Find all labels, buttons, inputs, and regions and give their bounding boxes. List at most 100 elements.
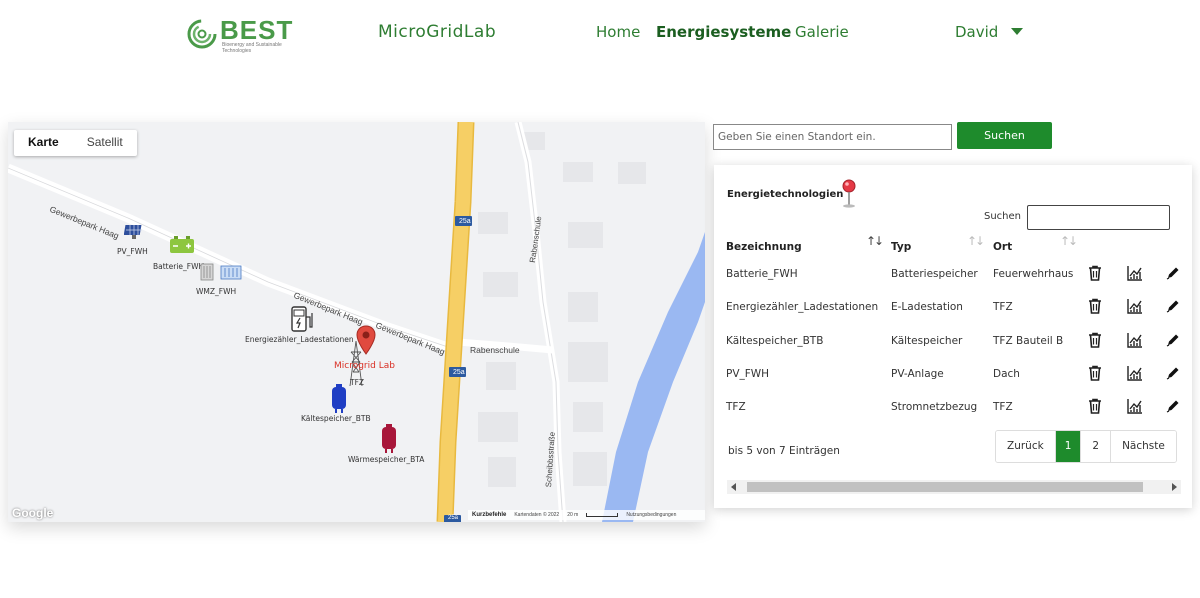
pagination-next[interactable]: Nächste	[1111, 431, 1176, 462]
google-logo: Google	[12, 506, 54, 520]
shortcuts-link[interactable]: Kurzbefehle	[472, 512, 506, 518]
map-type-control: Karte Satellit	[14, 130, 137, 156]
cell-type: E-Ladestation	[891, 301, 963, 314]
marker-label: PV_FWH	[117, 247, 148, 256]
cell-location: TFZ	[993, 401, 1013, 414]
user-menu[interactable]: David	[955, 23, 998, 41]
chart-icon[interactable]	[1127, 398, 1143, 414]
nav-home[interactable]: Home	[596, 23, 640, 41]
location-search-input[interactable]	[713, 124, 952, 150]
trash-icon[interactable]	[1088, 265, 1104, 281]
table-row[interactable]: Energiezähler_Ladestationen E-Ladestation…	[714, 298, 1192, 333]
marker-label: TFZ	[350, 378, 365, 387]
route-label: 25a	[453, 369, 465, 376]
navbar: BEST Bioenergy and Sustainable Technolog…	[0, 0, 1200, 66]
cell-type: Batteriespeicher	[891, 268, 978, 280]
cell-type: Kältespeicher	[891, 334, 963, 347]
pencil-icon[interactable]	[1166, 332, 1182, 348]
scrollbar-thumb[interactable]	[747, 482, 1143, 492]
cell-name: Kältespeicher_BTB	[726, 334, 824, 347]
technology-panel: Energietechnologien Suchen Bezeichnung ↑…	[714, 165, 1192, 508]
sort-icon[interactable]: ↑↓	[1060, 234, 1078, 248]
marker-label: Energiezähler_Ladestationen	[245, 335, 354, 344]
chart-icon[interactable]	[1127, 365, 1143, 381]
nav-energiesysteme[interactable]: Energiesysteme	[656, 23, 791, 41]
pencil-icon[interactable]	[1166, 398, 1182, 414]
scale-label[interactable]: 20 m	[567, 512, 578, 518]
trash-icon[interactable]	[1088, 365, 1104, 381]
col-bezeichnung[interactable]: Bezeichnung	[726, 241, 802, 253]
chart-icon[interactable]	[1127, 265, 1143, 281]
brand-title[interactable]: MicroGridLab	[378, 22, 496, 42]
trash-icon[interactable]	[1088, 332, 1104, 348]
table-row[interactable]: Kältespeicher_BTB Kältespeicher TFZ Bautei…	[714, 332, 1192, 367]
filter-label: Suchen	[984, 211, 1022, 222]
heat-storage-icon[interactable]	[381, 424, 397, 454]
heat-meter-icon[interactable]	[200, 262, 244, 282]
pagination-page[interactable]: 1	[1055, 431, 1082, 462]
cell-location: Dach	[993, 367, 1020, 380]
location-pin-icon[interactable]	[356, 325, 376, 355]
marker-label: Kältespeicher_BTB	[301, 414, 371, 423]
search-button[interactable]: Suchen	[957, 122, 1052, 149]
pencil-icon[interactable]	[1166, 298, 1182, 314]
logo-subtitle: Bioenergy and Sustainable Technologies	[222, 42, 282, 54]
table-row[interactable]: PV_FWH PV-Anlage Dach	[714, 365, 1192, 400]
street-label: Rabenschule	[470, 345, 520, 355]
route-label: 25a	[459, 218, 471, 225]
table-row[interactable]: Batterie_FWH Batteriespeicher Feuerwehrhau…	[714, 265, 1192, 300]
table-filter-input[interactable]	[1027, 205, 1170, 230]
cell-location: Feuerwehrhaus	[993, 268, 1074, 280]
cell-location: TFZ	[993, 301, 1013, 314]
pagination-prev[interactable]: Zurück	[996, 431, 1056, 462]
trash-icon[interactable]	[1088, 298, 1104, 315]
marker-label: Microgrid Lab	[334, 361, 395, 371]
trash-icon[interactable]	[1088, 398, 1104, 414]
map-pin-icon	[842, 179, 856, 208]
cell-name: PV_FWH	[726, 367, 770, 380]
cell-name: Energiezähler_Ladestationen	[726, 301, 879, 314]
map-view[interactable]: 25a 25a 25a Gewerbepark Haag Gewerbepark…	[8, 122, 705, 522]
cell-type: PV-Anlage	[891, 367, 944, 380]
pagination: Zurück 1 2 Nächste	[995, 430, 1177, 463]
best-logo[interactable]: BEST Bioenergy and Sustainable Technolog…	[186, 14, 296, 54]
battery-icon[interactable]	[169, 236, 195, 254]
scale-bar	[586, 513, 619, 517]
col-ort[interactable]: Ort	[993, 241, 1012, 253]
sort-icon[interactable]: ↑↓	[866, 234, 884, 248]
sort-icon[interactable]: ↑↓	[967, 234, 985, 248]
map-data-text[interactable]: Kartendaten © 2022	[514, 512, 559, 518]
river	[602, 232, 705, 522]
table-row[interactable]: TFZ Stromnetzbezug TFZ	[714, 398, 1192, 433]
map-attribution: Kurzbefehle Kartendaten © 2022 20 m Nutz…	[468, 510, 705, 520]
marker-label: Batterie_FWH	[153, 262, 205, 271]
pencil-icon[interactable]	[1166, 265, 1182, 281]
panel-title: Energietechnologien	[727, 189, 844, 200]
cell-location: TFZ Bauteil B	[993, 334, 1064, 347]
map-buildings	[478, 132, 646, 487]
map-type-karte[interactable]: Karte	[14, 130, 73, 156]
marker-label: WMZ_FWH	[196, 287, 237, 296]
nav-galerie[interactable]: Galerie	[795, 23, 849, 41]
col-typ[interactable]: Typ	[891, 241, 911, 253]
pencil-icon[interactable]	[1166, 365, 1182, 381]
solar-panel-icon[interactable]	[124, 222, 144, 240]
route-label: 25a	[448, 515, 459, 521]
cell-name: TFZ	[726, 401, 746, 414]
cold-storage-icon[interactable]	[331, 384, 347, 414]
logo-icon	[187, 19, 217, 49]
charging-station-icon[interactable]	[290, 305, 316, 333]
horizontal-scrollbar[interactable]	[727, 480, 1181, 494]
marker-label: Wärmespeicher_BTA	[348, 455, 425, 464]
map-type-satellit[interactable]: Satellit	[73, 130, 137, 156]
terms-link[interactable]: Nutzungsbedingungen	[626, 512, 676, 518]
table-info: bis 5 von 7 Einträgen	[728, 445, 840, 457]
pagination-page[interactable]: 2	[1081, 431, 1112, 462]
chart-icon[interactable]	[1127, 332, 1143, 348]
chart-icon[interactable]	[1127, 298, 1143, 314]
cell-type: Stromnetzbezug	[891, 401, 978, 414]
scroll-left-icon[interactable]	[731, 483, 736, 491]
scroll-right-icon[interactable]	[1172, 483, 1177, 491]
chevron-down-icon[interactable]	[1011, 28, 1023, 35]
cell-name: Batterie_FWH	[726, 268, 798, 280]
